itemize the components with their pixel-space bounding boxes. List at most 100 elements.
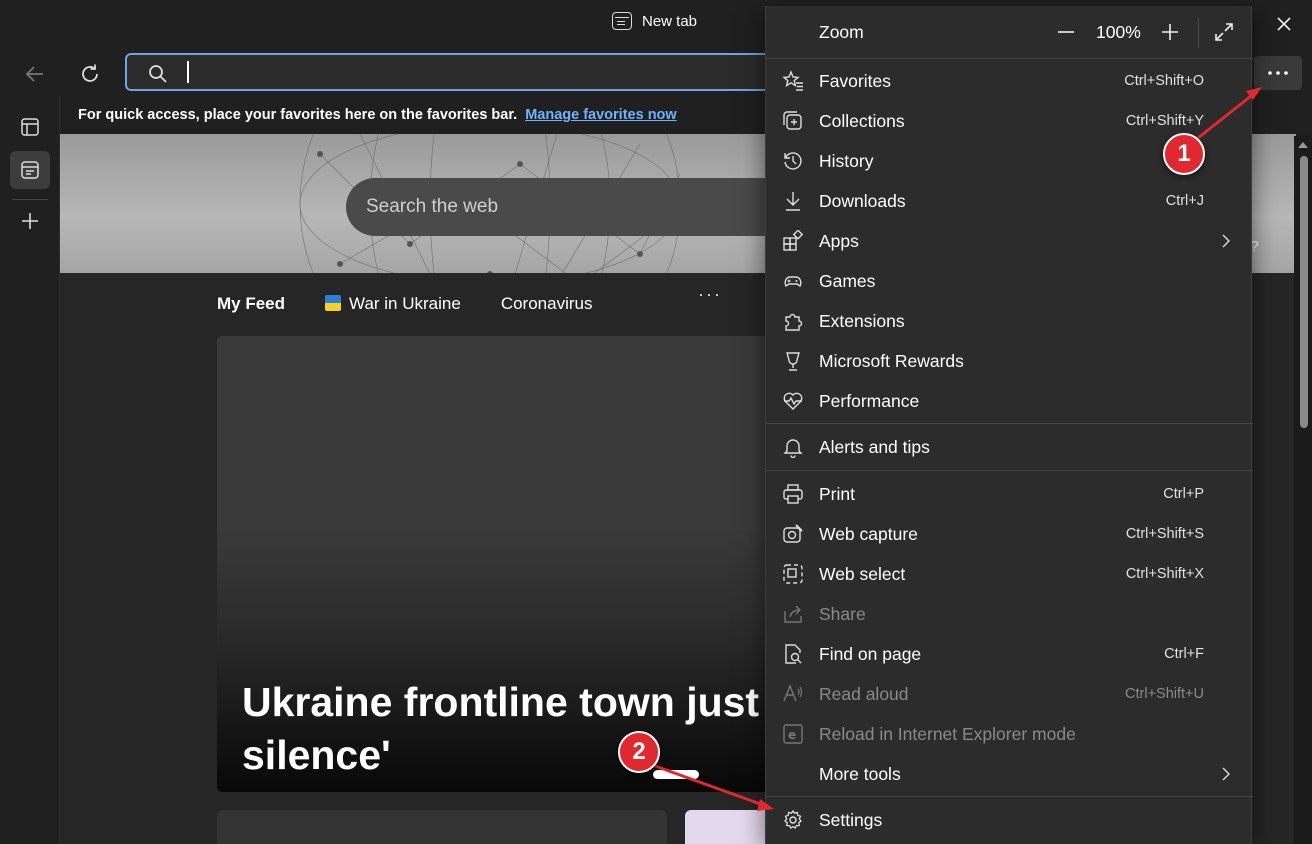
tab-title: New tab (642, 12, 698, 30)
annotation-badge-2: 2 (618, 731, 660, 773)
menu-item-share: Share (766, 594, 1253, 634)
menu-item-label: Performance (819, 390, 920, 411)
close-icon (1277, 17, 1291, 31)
rail-divider (12, 199, 48, 200)
feed-navigation: My Feed War in Ukraine Coronavirus (217, 294, 632, 314)
refresh-icon (82, 64, 98, 82)
menu-item-label: Web select (819, 563, 906, 584)
vertical-tab-new-tab[interactable] (10, 151, 50, 189)
zoom-divider (1198, 18, 1199, 48)
menu-separator (766, 470, 1253, 471)
arrow-left-icon (25, 66, 43, 82)
heart-pulse-icon (783, 392, 803, 410)
feed-more-button[interactable]: ··· (698, 284, 722, 305)
star-list-icon (782, 70, 803, 91)
search-icon (147, 63, 169, 85)
menu-item-read-aloud: Read aloud Ctrl+Shift+U (766, 674, 1253, 714)
expand-icon (1215, 23, 1233, 41)
games-icon (784, 276, 802, 288)
menu-item-label: Favorites (819, 70, 891, 91)
share-icon (784, 605, 802, 623)
bell-icon (783, 439, 803, 458)
active-tab[interactable]: New tab (612, 12, 697, 30)
menu-separator (766, 58, 1253, 59)
zoom-in-button[interactable] (1156, 18, 1184, 46)
zoom-level: 100% (1096, 22, 1141, 42)
menu-item-label: More tools (819, 763, 901, 784)
menu-item-print[interactable]: Print Ctrl+P (766, 474, 1253, 514)
news-card-main[interactable]: Ukraine frontline town just w silence' (217, 336, 857, 792)
scroll-thumb[interactable] (1300, 156, 1308, 428)
menu-item-favorites[interactable]: Favorites Ctrl+Shift+O (766, 61, 1253, 101)
menu-item-games[interactable]: Games (766, 261, 1253, 301)
gear-icon (784, 809, 802, 830)
window-close-button[interactable] (1270, 10, 1298, 38)
ukraine-flag-icon (325, 295, 342, 311)
menu-item-shortcut: Ctrl+Shift+S (1125, 526, 1204, 542)
vertical-tab-rail (0, 96, 60, 844)
zoom-label: Zoom (819, 22, 864, 42)
puzzle-piece-icon (785, 313, 803, 331)
settings-and-more-button[interactable] (1254, 56, 1302, 90)
menu-item-label: Extensions (819, 310, 905, 331)
menu-item-label: Settings (819, 809, 883, 830)
menu-item-performance[interactable]: Performance (766, 381, 1253, 421)
menu-item-web-capture[interactable]: Web capture Ctrl+Shift+S (766, 514, 1253, 554)
menu-item-label: Read aloud (819, 683, 909, 704)
menu-item-downloads[interactable]: Downloads Ctrl+J (766, 181, 1253, 221)
menu-separator (766, 423, 1253, 424)
scroll-up-arrow[interactable] (1298, 142, 1308, 148)
menu-item-label: Collections (819, 110, 905, 131)
menu-item-web-select[interactable]: Web select Ctrl+Shift+X (766, 554, 1253, 594)
plus-icon (22, 213, 38, 229)
feed-tab-my-feed[interactable]: My Feed (217, 294, 285, 314)
collections-icon (783, 111, 802, 130)
menu-item-shortcut: Ctrl+F (1164, 646, 1204, 662)
plus-icon (1162, 24, 1178, 40)
menu-item-settings[interactable]: Settings (766, 800, 1253, 840)
annotation-badge-1: 1 (1163, 133, 1205, 175)
menu-item-label: Find on page (819, 643, 922, 664)
menu-item-label: History (819, 150, 874, 171)
web-search-box[interactable]: Search the web (346, 178, 816, 236)
menu-separator (766, 796, 1253, 797)
history-clock-icon (784, 152, 802, 170)
menu-item-label: Apps (819, 230, 859, 251)
page-scrollbar[interactable] (1294, 136, 1312, 844)
sidebar-panel-icon (21, 118, 39, 136)
menu-item-more-tools[interactable]: More tools (766, 754, 1253, 794)
feed-tab-war-in-ukraine[interactable]: War in Ukraine (325, 294, 461, 314)
menu-item-alerts-and-tips[interactable]: Alerts and tips (766, 427, 1253, 467)
favorites-bar-message: For quick access, place your favorites h… (78, 107, 518, 123)
feed-tab-coronavirus[interactable]: Coronavirus (501, 294, 593, 314)
menu-item-find-on-page[interactable]: Find on page Ctrl+F (766, 634, 1253, 674)
menu-item-shortcut: Ctrl+Shift+U (1125, 686, 1204, 702)
text-caret (187, 61, 189, 83)
apps-grid-icon (783, 230, 804, 251)
tab-actions-button[interactable] (10, 108, 50, 146)
full-screen-button[interactable] (1210, 18, 1238, 46)
zoom-row: Zoom 100% (766, 6, 1253, 58)
ellipsis-icon (1268, 71, 1288, 75)
new-tab-icon (612, 12, 632, 30)
menu-item-microsoft-rewards[interactable]: Microsoft Rewards (766, 341, 1253, 381)
news-card[interactable] (217, 810, 667, 844)
menu-item-label: Reload in Internet Explorer mode (819, 723, 1076, 744)
menu-item-extensions[interactable]: Extensions (766, 301, 1253, 341)
refresh-button[interactable] (74, 58, 106, 90)
chevron-right-icon (1222, 767, 1230, 781)
address-bar[interactable] (125, 53, 785, 91)
menu-item-label: Microsoft Rewards (819, 350, 964, 371)
manage-favorites-link[interactable]: Manage favorites now (525, 107, 676, 123)
menu-item-shortcut: Ctrl+J (1165, 193, 1204, 209)
menu-item-apps[interactable]: Apps (766, 221, 1253, 261)
menu-item-shortcut: Ctrl+Shift+O (1124, 73, 1204, 89)
chevron-right-icon (1222, 234, 1230, 248)
zoom-out-button[interactable] (1052, 18, 1080, 46)
new-tab-button[interactable] (10, 202, 50, 240)
back-button[interactable] (19, 58, 51, 90)
internet-explorer-icon: e (783, 724, 803, 744)
menu-item-shortcut: Ctrl+P (1163, 486, 1204, 502)
menu-item-reload-ie-mode: e Reload in Internet Explorer mode (766, 714, 1253, 754)
menu-item-label: Alerts and tips (819, 436, 930, 457)
